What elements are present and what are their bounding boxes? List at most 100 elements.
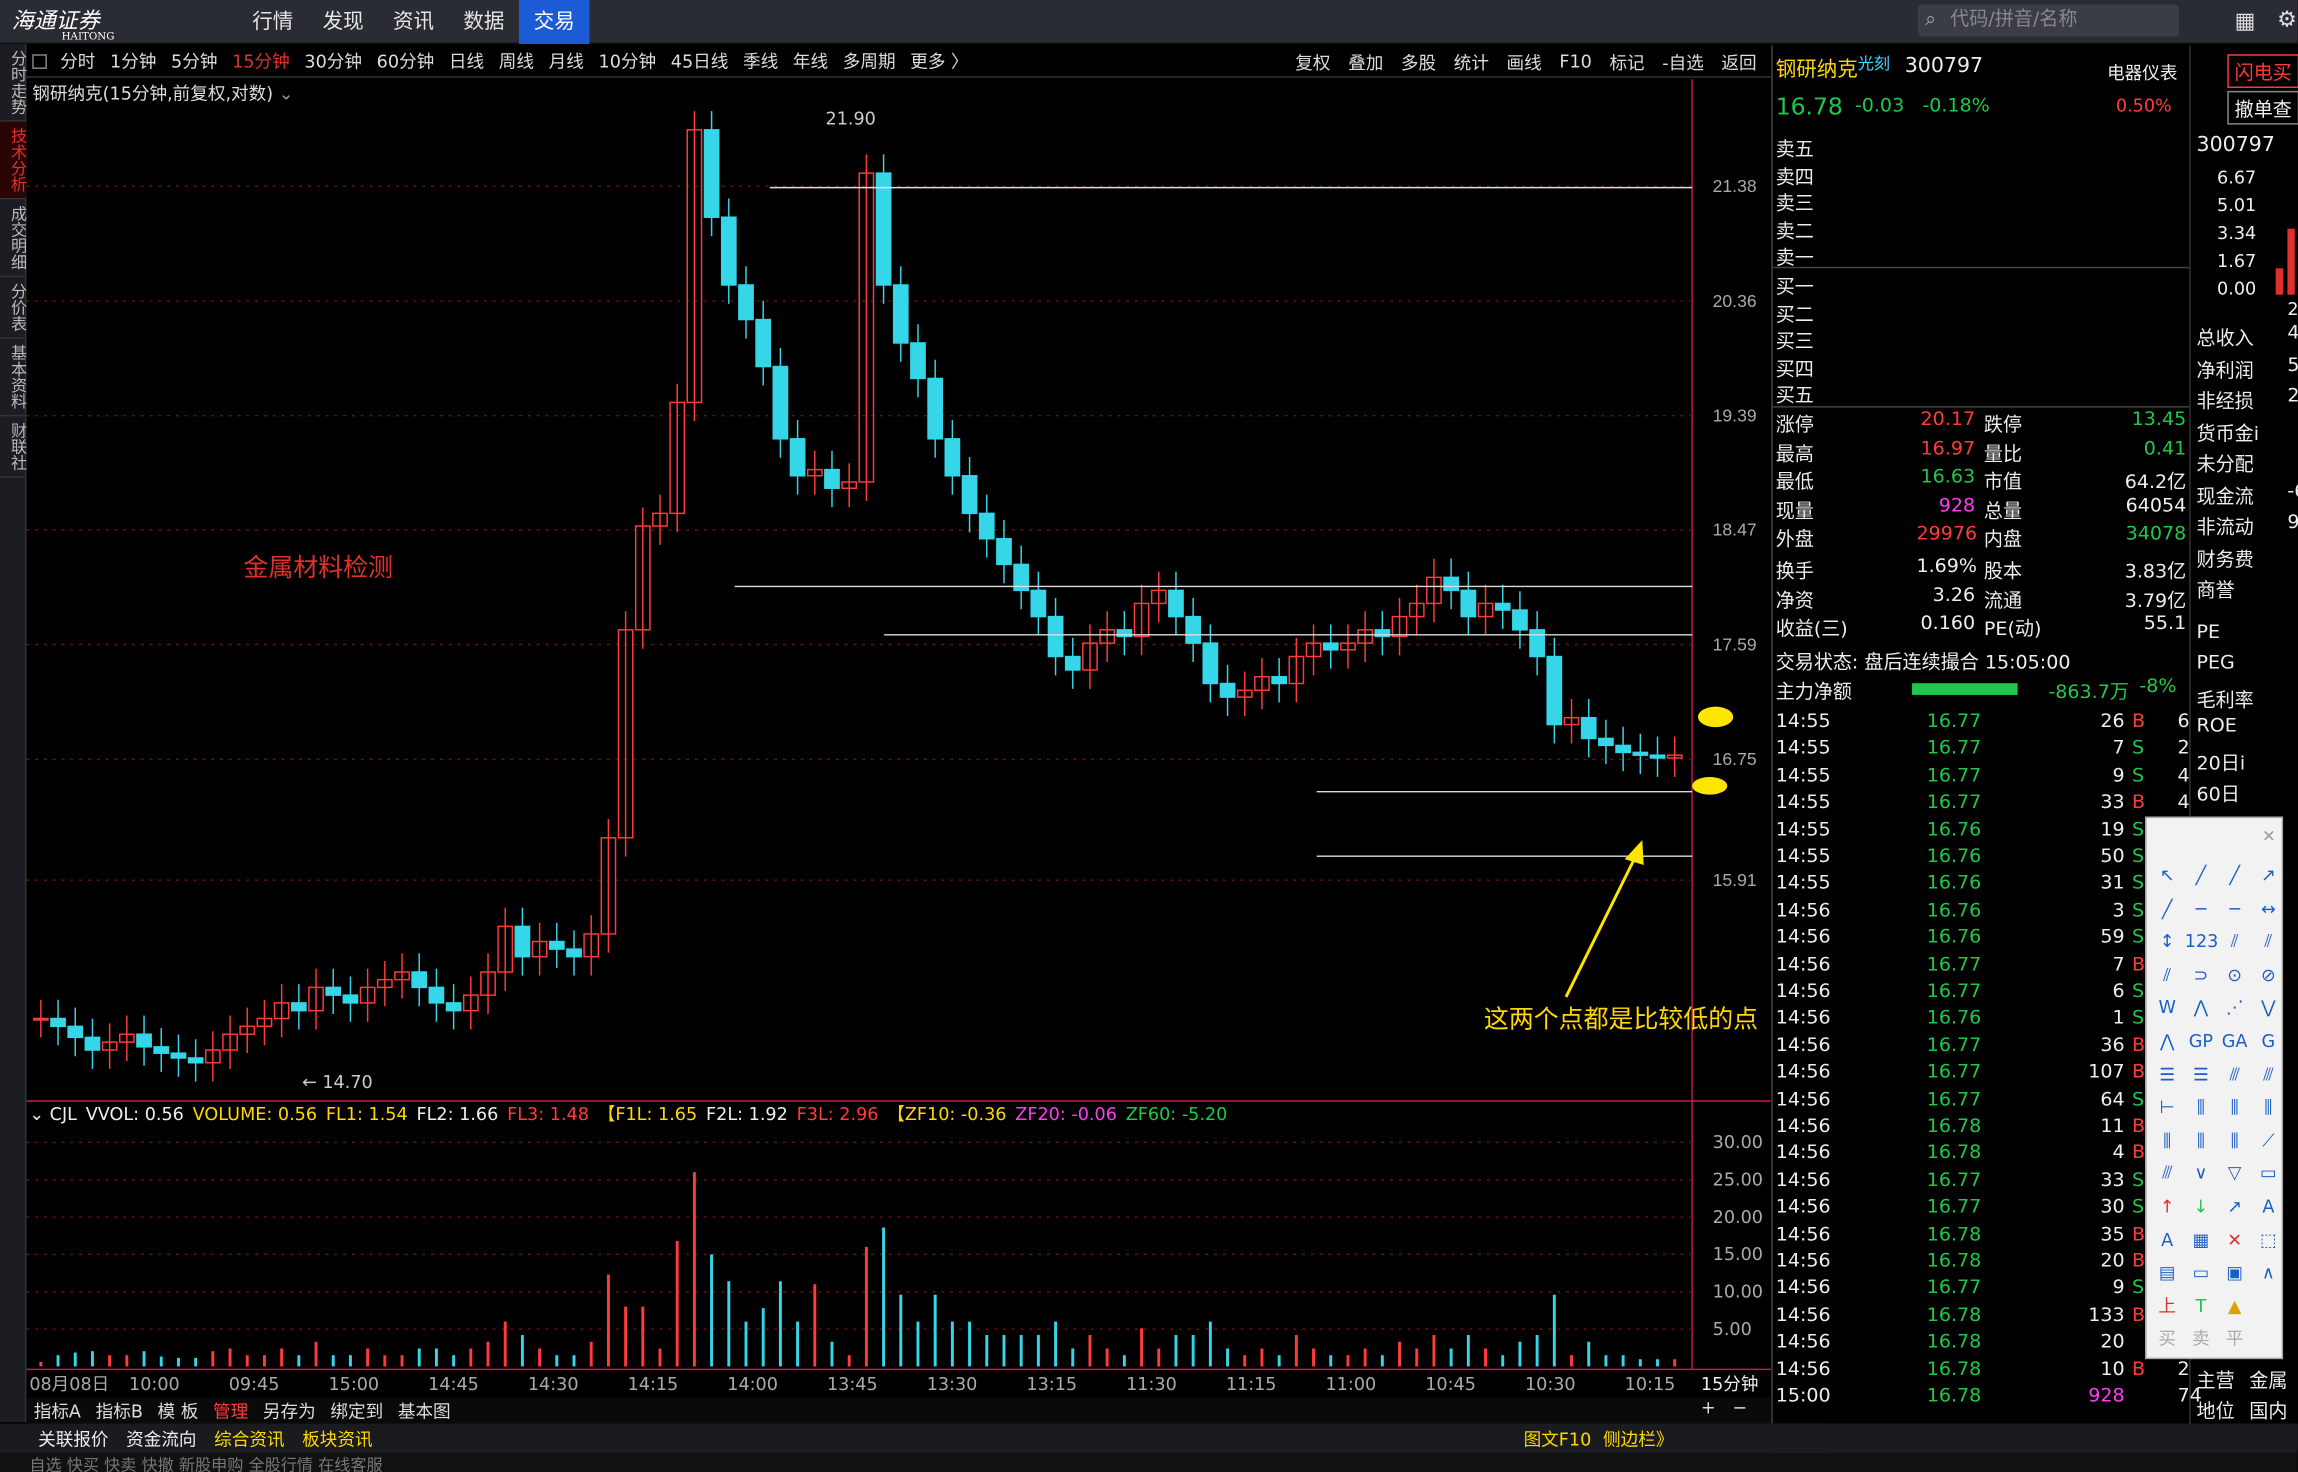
draw-tool-46[interactable]: ✕ — [2219, 1224, 2251, 1257]
draw-tool-53[interactable]: T — [2185, 1290, 2217, 1323]
draw-tool-19[interactable]: ⋁ — [2252, 992, 2284, 1025]
vtab-5[interactable]: 财联社 — [0, 416, 28, 478]
close-icon[interactable]: ✕ — [2262, 827, 2276, 846]
period-13[interactable]: 多周期 — [835, 48, 902, 73]
vtab-2[interactable]: 成交明细 — [0, 199, 28, 278]
draw-tool-21[interactable]: GP — [2185, 1025, 2217, 1058]
tool-2[interactable]: 多股 — [1392, 49, 1445, 74]
nav-0[interactable]: 行情 — [238, 0, 308, 44]
period-14[interactable]: 更多 〉 — [903, 48, 976, 73]
kline-chart[interactable]: 21.38 20.36 19.39 18.47 17.59 16.75 15.91 21.90… — [26, 79, 1772, 1398]
tool-4[interactable]: 画线 — [1498, 49, 1551, 74]
draw-tool-9[interactable]: 123 — [2185, 925, 2219, 958]
nav-2[interactable]: 资讯 — [378, 0, 448, 44]
info-right-1[interactable]: 侧边栏》 — [1597, 1426, 1679, 1451]
draw-tool-3[interactable]: ↗ — [2252, 859, 2284, 892]
draw-tool-5[interactable]: ─ — [2185, 892, 2217, 925]
info-tab-1[interactable]: 资金流向 — [117, 1426, 205, 1451]
draw-tool-1[interactable]: ╱ — [2185, 859, 2217, 892]
period-2[interactable]: 5分钟 — [164, 48, 225, 73]
tool-8[interactable]: 返回 — [1713, 49, 1766, 74]
indicator-tab-1[interactable]: 指标B — [88, 1398, 150, 1423]
period-3[interactable]: 15分钟 — [225, 48, 297, 73]
draw-tool-54[interactable]: ▲ — [2219, 1290, 2251, 1323]
draw-tool-47[interactable]: ⬚ — [2252, 1224, 2284, 1257]
nav-4[interactable]: 交易 — [519, 0, 590, 44]
period-11[interactable]: 季线 — [736, 48, 786, 73]
info-tab-2[interactable]: 综合资讯 — [205, 1426, 293, 1451]
indicator-tab-5[interactable]: 绑定到 — [323, 1398, 390, 1423]
draw-tool-39[interactable]: ▭ — [2252, 1157, 2284, 1190]
indicator-tab-4[interactable]: 另存为 — [256, 1398, 323, 1423]
period-0[interactable]: 分时 — [53, 48, 103, 73]
tool-7[interactable]: -自选 — [1653, 49, 1712, 74]
tool-1[interactable]: 叠加 — [1339, 49, 1392, 74]
draw-tool-6[interactable]: ─ — [2219, 892, 2251, 925]
draw-tool-25[interactable]: ☰ — [2185, 1058, 2217, 1091]
draw-tool-4[interactable]: ╱ — [2151, 892, 2183, 925]
draw-tool-35[interactable]: ⟋ — [2252, 1124, 2284, 1157]
draw-tool-42[interactable]: ↗ — [2219, 1190, 2251, 1223]
draw-tool-48[interactable]: ▤ — [2151, 1257, 2183, 1290]
draw-tool-23[interactable]: G — [2252, 1025, 2284, 1058]
draw-tool-10[interactable]: ⫽ — [2219, 925, 2251, 958]
indicator-tab-2[interactable]: 模 板 — [150, 1398, 205, 1423]
layout-toggle-icon[interactable] — [32, 53, 47, 69]
draw-tool-57[interactable]: 卖 — [2185, 1323, 2217, 1356]
draw-tool-51[interactable]: ∧ — [2252, 1257, 2284, 1290]
draw-tool-45[interactable]: ▦ — [2185, 1224, 2217, 1257]
draw-tool-43[interactable]: A — [2252, 1190, 2284, 1223]
period-10[interactable]: 45日线 — [663, 48, 735, 73]
draw-tool-8[interactable]: ↕ — [2151, 925, 2183, 958]
draw-tool-11[interactable]: ⫽ — [2252, 925, 2284, 958]
draw-tool-20[interactable]: ⋀ — [2151, 1025, 2183, 1058]
period-1[interactable]: 1分钟 — [103, 48, 164, 73]
tool-6[interactable]: 标记 — [1601, 49, 1654, 74]
draw-tool-33[interactable]: ⫼ — [2185, 1124, 2217, 1157]
period-4[interactable]: 30分钟 — [297, 48, 369, 73]
draw-tool-41[interactable]: ↓ — [2185, 1190, 2217, 1223]
draw-tool-12[interactable]: ⫽ — [2151, 959, 2183, 992]
info-tab-0[interactable]: 关联报价 — [29, 1426, 117, 1451]
period-9[interactable]: 10分钟 — [591, 48, 663, 73]
draw-tool-50[interactable]: ▣ — [2219, 1257, 2251, 1290]
draw-tool-59[interactable] — [2252, 1323, 2284, 1356]
nav-3[interactable]: 数据 — [449, 0, 519, 44]
draw-tool-34[interactable]: ⫼ — [2219, 1124, 2251, 1157]
draw-tool-24[interactable]: ☰ — [2151, 1058, 2183, 1091]
indicator-tab-6[interactable]: 基本图 — [391, 1398, 458, 1423]
draw-tool-37[interactable]: ∨ — [2185, 1157, 2217, 1190]
period-8[interactable]: 月线 — [541, 48, 591, 73]
period-5[interactable]: 60分钟 — [369, 48, 441, 73]
period-6[interactable]: 日线 — [442, 48, 492, 73]
period-12[interactable]: 年线 — [786, 48, 836, 73]
draw-tool-36[interactable]: ⫻ — [2151, 1157, 2183, 1190]
tool-5[interactable]: F10 — [1551, 51, 1601, 72]
draw-tool-16[interactable]: W — [2151, 992, 2183, 1025]
info-right-0[interactable]: 图文F10 — [1518, 1426, 1597, 1451]
draw-tool-55[interactable] — [2252, 1290, 2284, 1323]
info-tab-3[interactable]: 板块资讯 — [293, 1426, 381, 1451]
draw-tool-26[interactable]: ⫻ — [2219, 1058, 2251, 1091]
draw-tool-27[interactable]: ⫻ — [2252, 1058, 2284, 1091]
draw-tool-28[interactable]: ⊢ — [2151, 1091, 2183, 1124]
draw-tool-13[interactable]: ⊃ — [2185, 959, 2217, 992]
draw-tool-15[interactable]: ⊘ — [2252, 959, 2284, 992]
draw-tool-31[interactable]: ⫼ — [2252, 1091, 2284, 1124]
draw-tool-14[interactable]: ⊙ — [2219, 959, 2251, 992]
grid-icon[interactable]: ▦ — [2235, 7, 2256, 33]
indicator-tab-0[interactable]: 指标A — [26, 1398, 88, 1423]
draw-tool-2[interactable]: ╱ — [2219, 859, 2251, 892]
nav-1[interactable]: 发现 — [308, 0, 378, 44]
cancel-query-button[interactable]: 撤单查 — [2227, 90, 2298, 125]
draw-tool-18[interactable]: ⋰ — [2219, 992, 2251, 1025]
gear-icon[interactable]: ⚙ — [2277, 6, 2297, 32]
period-7[interactable]: 周线 — [491, 48, 541, 73]
vtab-3[interactable]: 分价表 — [0, 277, 28, 339]
vtab-0[interactable]: 分时走势 — [0, 44, 28, 122]
vtab-1[interactable]: 技术分析 — [0, 121, 28, 200]
draw-tool-49[interactable]: ▭ — [2185, 1257, 2217, 1290]
draw-tool-38[interactable]: ▽ — [2219, 1157, 2251, 1190]
draw-tool-56[interactable]: 买 — [2151, 1323, 2183, 1356]
draw-tool-17[interactable]: ⋀ — [2185, 992, 2217, 1025]
